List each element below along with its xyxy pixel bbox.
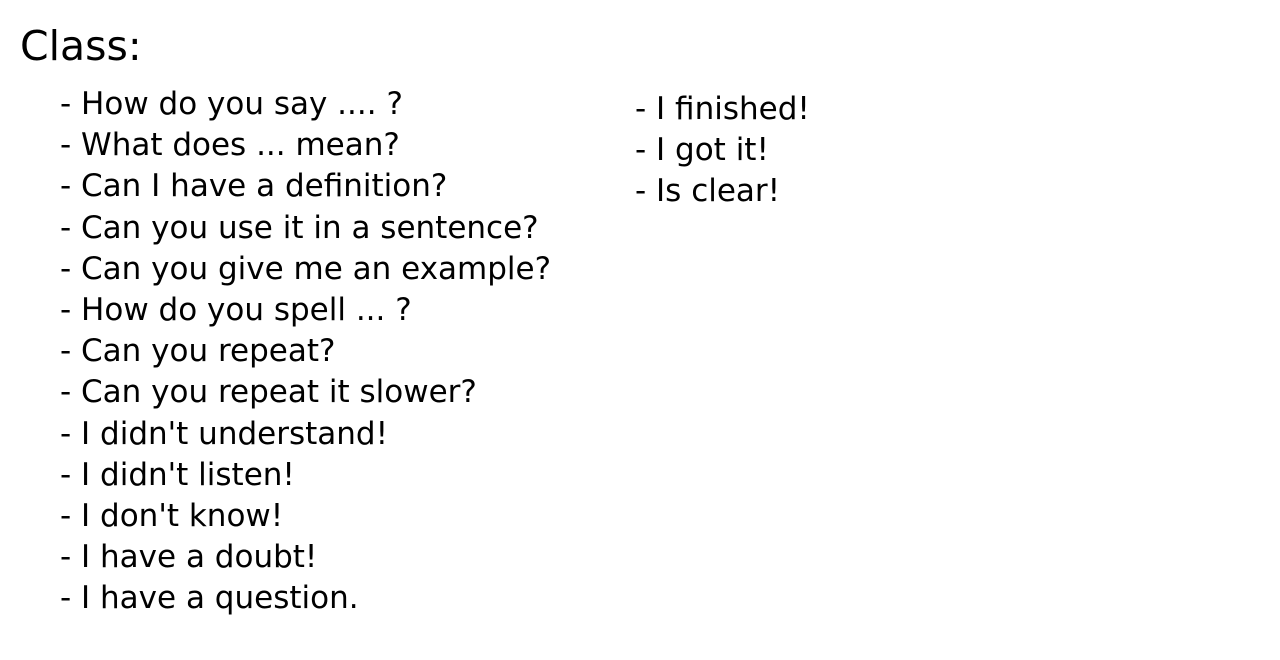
list-item: - I didn't understand!: [60, 415, 389, 452]
list-item: - Can you repeat?: [60, 333, 336, 370]
list-item: - How do you spell ... ?: [60, 292, 412, 329]
list-item: - I have a doubt!: [60, 539, 318, 576]
phrase-list-left: - How do you say .... ? - What does ... …: [60, 84, 551, 620]
list-item: - I didn't listen!: [60, 456, 295, 493]
slide-title: Class:: [20, 22, 142, 70]
list-item: - I have a question.: [60, 580, 359, 617]
list-item: - Is clear!: [635, 173, 781, 209]
list-item: - I got it!: [635, 132, 769, 168]
phrase-list-right: - I finished! - I got it! - Is clear!: [635, 89, 810, 212]
list-item: - How do you say .... ?: [60, 86, 403, 122]
list-item: - Can you repeat it slower?: [60, 374, 477, 411]
list-item: - I finished!: [635, 91, 810, 127]
list-item: - Can you give me an example?: [60, 250, 552, 287]
slide: Class: - How do you say .... ? - What do…: [0, 0, 1280, 660]
list-item: - What does ... mean?: [60, 127, 400, 164]
list-item: - I don't know!: [60, 498, 284, 535]
list-item: - Can I have a definition?: [60, 168, 448, 205]
list-item: - Can you use it in a sentence?: [60, 209, 539, 246]
